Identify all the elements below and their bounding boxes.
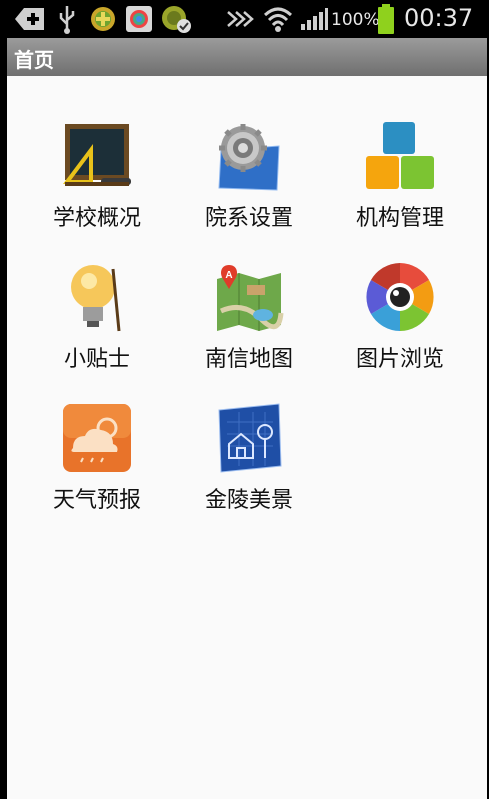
- grid-item-weather[interactable]: 天气预报: [22, 402, 172, 532]
- blocks-icon: [366, 122, 434, 189]
- status-bar: 100% 00:37: [0, 0, 489, 38]
- gear-blueprint-icon: [218, 124, 280, 191]
- grid-item-label: 图片浏览: [355, 347, 444, 372]
- scenery-blueprint-icon: [218, 403, 282, 473]
- grid-item-organizations[interactable]: 机构管理: [325, 120, 475, 250]
- svg-text:A: A: [225, 270, 232, 281]
- grid-item-photo-gallery[interactable]: 图片浏览: [325, 261, 475, 391]
- add-notification-icon: [15, 8, 44, 30]
- grid-item-campus-map[interactable]: A 南信地图: [174, 261, 324, 391]
- grid-item-label: 院系设置: [204, 206, 293, 231]
- grid-item-scenery[interactable]: 金陵美景: [174, 402, 324, 532]
- page-title: 首页: [14, 48, 54, 72]
- sync-check-icon: [162, 6, 191, 33]
- battery-percent: 100%: [331, 10, 380, 30]
- home-grid: 学校概况 院系设置 机构管理 小贴士 A 南信地图 图片浏览 天气预报 金陵美景: [7, 76, 487, 799]
- usb-icon: [59, 6, 75, 34]
- grid-item-label: 机构管理: [355, 206, 444, 231]
- weather-icon: [63, 404, 131, 472]
- mute-icon: [227, 11, 254, 27]
- app-header: 首页: [7, 38, 487, 76]
- chalkboard-icon: [63, 124, 131, 186]
- photo-notification-icon: [126, 6, 152, 32]
- grid-item-label: 天气预报: [52, 488, 141, 513]
- grid-item-label: 金陵美景: [204, 488, 293, 513]
- camera-aperture-icon: [366, 263, 434, 331]
- clock: 00:37: [404, 4, 474, 32]
- grid-item-tips[interactable]: 小贴士: [22, 261, 172, 391]
- app-notification-icon: [91, 7, 115, 31]
- map-icon: A: [217, 265, 284, 331]
- wifi-icon: [263, 7, 293, 32]
- signal-icon: [301, 8, 328, 30]
- grid-item-departments[interactable]: 院系设置: [174, 120, 324, 250]
- grid-item-label: 南信地图: [204, 347, 293, 372]
- grid-item-school-overview[interactable]: 学校概况: [22, 120, 172, 250]
- grid-item-label: 小贴士: [63, 347, 130, 372]
- battery-icon: [378, 4, 394, 34]
- grid-item-label: 学校概况: [52, 206, 141, 231]
- lightbulb-icon: [71, 265, 121, 332]
